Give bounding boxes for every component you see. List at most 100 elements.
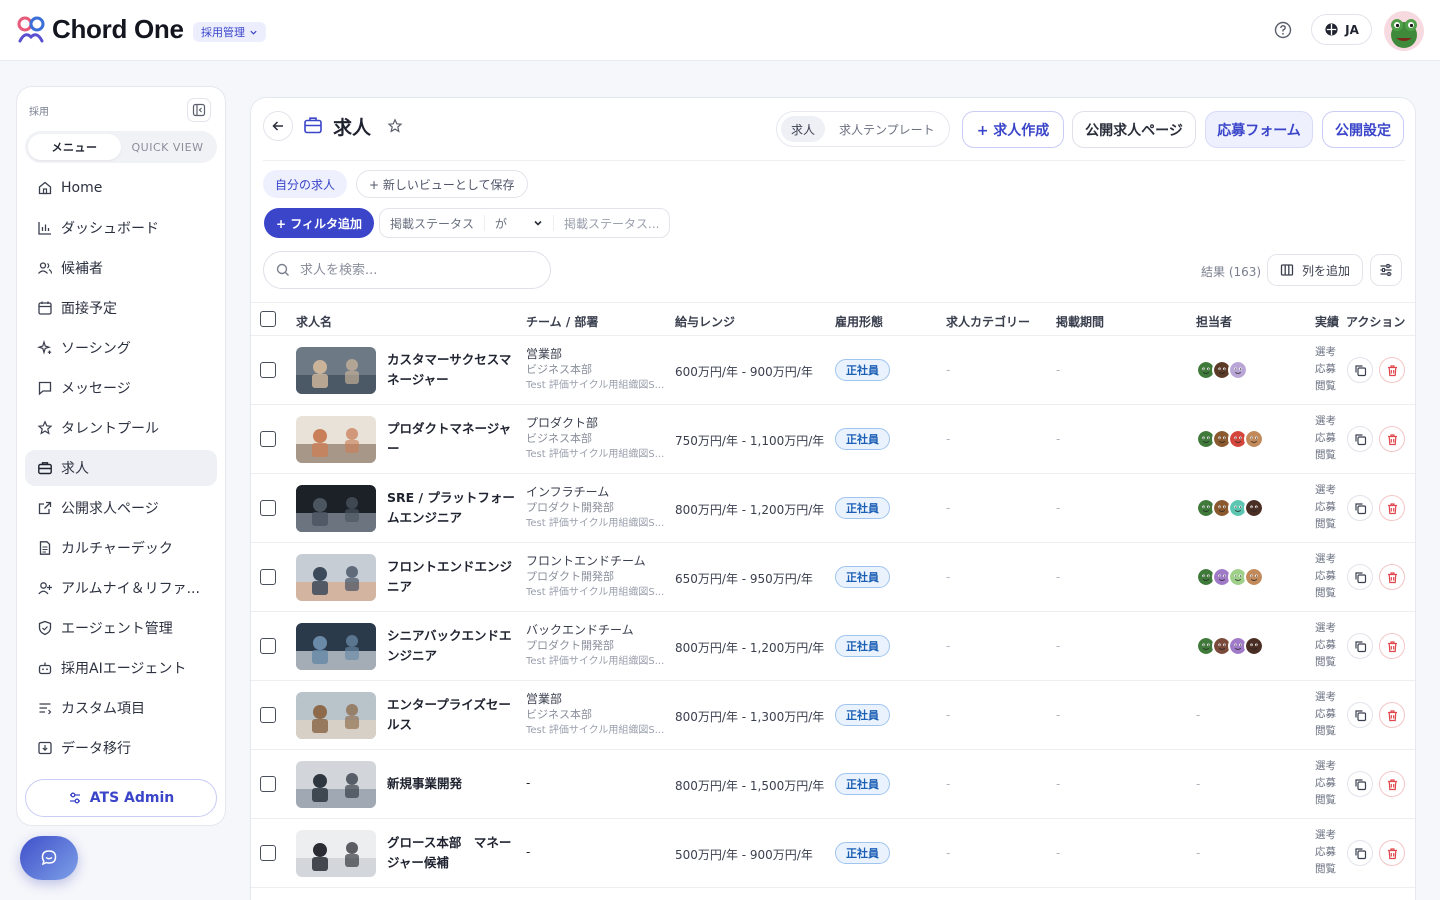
column-header-job-name[interactable]: 求人名 <box>296 313 332 330</box>
column-header-period[interactable]: 掲載期間 <box>1056 313 1104 330</box>
avatar[interactable] <box>1244 636 1264 656</box>
view-my-jobs[interactable]: 自分の求人 <box>263 170 348 198</box>
table-settings-button[interactable] <box>1370 254 1402 286</box>
delete-job-button[interactable] <box>1379 564 1405 590</box>
delete-job-button[interactable] <box>1379 426 1405 452</box>
job-name-link[interactable]: フロントエンドエンジニア <box>387 557 519 597</box>
column-header-owner[interactable]: 担当者 <box>1196 313 1232 330</box>
table-row[interactable]: 新規事業開発 -800万円/年 - 1,500万円/年 正社員 - - - 選考 応募 閲覧 <box>251 750 1415 819</box>
delete-job-button[interactable] <box>1379 771 1405 797</box>
row-checkbox[interactable] <box>260 845 276 861</box>
delete-job-button[interactable] <box>1379 495 1405 521</box>
avatar[interactable] <box>1244 567 1264 587</box>
column-header-salary[interactable]: 給与レンジ <box>675 313 735 330</box>
search-input[interactable] <box>300 262 530 278</box>
table-row[interactable]: カスタマーサクセスマネージャー 営業部 ビジネス本部 Test 評価サイクル用組織図S… <box>251 336 1415 405</box>
app-switcher[interactable]: 採用管理 <box>193 22 266 42</box>
chat-support-button[interactable] <box>20 836 78 880</box>
row-checkbox[interactable] <box>260 707 276 723</box>
avatar[interactable] <box>1244 498 1264 518</box>
sidebar-item-sourcing[interactable]: ソーシング <box>25 330 217 366</box>
application-form-button[interactable]: 応募フォーム <box>1205 111 1313 148</box>
row-checkbox[interactable] <box>260 638 276 654</box>
table-row[interactable]: フロントエンドエンジニア フロントエンドチーム プロダクト開発部 Test 評価サイク… <box>251 543 1415 612</box>
filter-operator[interactable]: が <box>485 215 555 231</box>
posting-period: - <box>1056 846 1061 860</box>
add-column-button[interactable]: 列を追加 <box>1267 254 1364 286</box>
row-checkbox[interactable] <box>260 569 276 585</box>
table-row[interactable]: シニアバックエンドエンジニア バックエンドチーム プロダクト開発部 Test 評価サイ… <box>251 612 1415 681</box>
add-filter-button[interactable]: + フィルタ追加 <box>264 208 374 238</box>
sidebar-item-jobs[interactable]: 求人 <box>25 450 217 486</box>
sidebar-item-ai-agent[interactable]: 採用AIエージェント <box>25 650 217 686</box>
sidebar-item-custom-fields[interactable]: カスタム項目 <box>25 690 217 726</box>
help-icon[interactable] <box>1273 20 1293 40</box>
job-name-link[interactable]: SRE / プラットフォームエンジニア <box>387 488 519 528</box>
row-checkbox[interactable] <box>260 362 276 378</box>
avatar-pupil <box>1223 506 1226 508</box>
job-name-link[interactable]: エンタープライズセールス <box>387 695 519 735</box>
sidebar-item-culture-deck[interactable]: カルチャーデック <box>25 530 217 566</box>
filter-value[interactable]: 掲載ステータス... <box>554 215 669 231</box>
create-job-button[interactable]: + 求人作成 <box>962 111 1064 148</box>
column-header-category[interactable]: 求人カテゴリー <box>946 313 1030 330</box>
row-checkbox[interactable] <box>260 500 276 516</box>
tab-quick-view[interactable]: QUICK VIEW <box>121 134 214 160</box>
thumbnail-ground <box>296 858 376 877</box>
delete-job-button[interactable] <box>1379 702 1405 728</box>
table-row[interactable]: グロース本部 マネージャー候補 -500万円/年 - 900万円/年 正社員 - - - 選… <box>251 819 1415 888</box>
sidebar-item-candidates[interactable]: 候補者 <box>25 250 217 286</box>
duplicate-job-button[interactable] <box>1347 702 1373 728</box>
table-row[interactable]: エンタープライズセールス 営業部 ビジネス本部 Test 評価サイクル用組織図S...… <box>251 681 1415 750</box>
sidebar-item-home[interactable]: Home <box>25 170 217 206</box>
job-name-link[interactable]: 新規事業開発 <box>387 774 519 794</box>
select-all-checkbox[interactable] <box>260 311 276 327</box>
back-button[interactable] <box>263 111 293 141</box>
column-header-team[interactable]: チーム / 部署 <box>526 313 598 330</box>
column-header-performance[interactable]: 実績 <box>1315 313 1339 330</box>
duplicate-job-button[interactable] <box>1347 357 1373 383</box>
job-name-link[interactable]: カスタマーサクセスマネージャー <box>387 350 519 390</box>
avatar[interactable] <box>1228 360 1248 380</box>
sidebar-item-messages[interactable]: メッセージ <box>25 370 217 406</box>
avatar[interactable] <box>1244 429 1264 449</box>
delete-job-button[interactable] <box>1379 633 1405 659</box>
sidebar-item-public-jobs[interactable]: 公開求人ページ <box>25 490 217 526</box>
user-avatar[interactable] <box>1384 11 1424 51</box>
delete-job-button[interactable] <box>1379 840 1405 866</box>
language-switcher[interactable]: JA <box>1311 14 1372 45</box>
tab-menu[interactable]: メニュー <box>28 134 121 160</box>
duplicate-job-button[interactable] <box>1347 564 1373 590</box>
sidebar-item-alumni-referral[interactable]: アルムナイ＆リファ... <box>25 570 217 606</box>
job-name-link[interactable]: プロダクトマネージャー <box>387 419 519 459</box>
duplicate-job-button[interactable] <box>1347 771 1373 797</box>
save-as-new-view-button[interactable]: + 新しいビューとして保存 <box>356 170 528 198</box>
duplicate-job-button[interactable] <box>1347 633 1373 659</box>
ats-admin-button[interactable]: ATS Admin <box>25 779 217 817</box>
sidebar-collapse-button[interactable] <box>187 98 211 122</box>
table-row[interactable]: プロダクトマネージャー プロダクト部 ビジネス本部 Test 評価サイクル用組織図S.… <box>251 405 1415 474</box>
column-header-actions: アクション <box>1346 315 1406 329</box>
sidebar-item-agent-management[interactable]: エージェント管理 <box>25 610 217 646</box>
filter-field[interactable]: 掲載ステータス <box>380 215 486 231</box>
sidebar-item-interviews[interactable]: 面接予定 <box>25 290 217 326</box>
duplicate-job-button[interactable] <box>1347 840 1373 866</box>
job-name-link[interactable]: シニアバックエンドエンジニア <box>387 626 519 666</box>
segment-job-templates[interactable]: 求人テンプレート <box>829 116 945 142</box>
duplicate-job-button[interactable] <box>1347 495 1373 521</box>
job-name-link[interactable]: グロース本部 マネージャー候補 <box>387 833 519 873</box>
publish-settings-button[interactable]: 公開設定 <box>1322 111 1404 148</box>
sidebar-item-talent-pool[interactable]: タレントプール <box>25 410 217 446</box>
row-checkbox[interactable] <box>260 776 276 792</box>
sidebar-item-dashboard[interactable]: ダッシュボード <box>25 210 217 246</box>
sidebar-item-data-migration[interactable]: データ移行 <box>25 730 217 766</box>
column-header-employment-type[interactable]: 雇用形態 <box>835 313 883 330</box>
brand-logo[interactable]: Chord One <box>16 14 184 45</box>
duplicate-job-button[interactable] <box>1347 426 1373 452</box>
segment-jobs[interactable]: 求人 <box>781 116 826 142</box>
row-checkbox[interactable] <box>260 431 276 447</box>
delete-job-button[interactable] <box>1379 357 1405 383</box>
public-job-page-button[interactable]: 公開求人ページ <box>1072 111 1196 148</box>
favorite-star-icon[interactable] <box>387 118 403 134</box>
table-row[interactable]: SRE / プラットフォームエンジニア インフラチーム プロダクト開発部 Test 評… <box>251 474 1415 543</box>
